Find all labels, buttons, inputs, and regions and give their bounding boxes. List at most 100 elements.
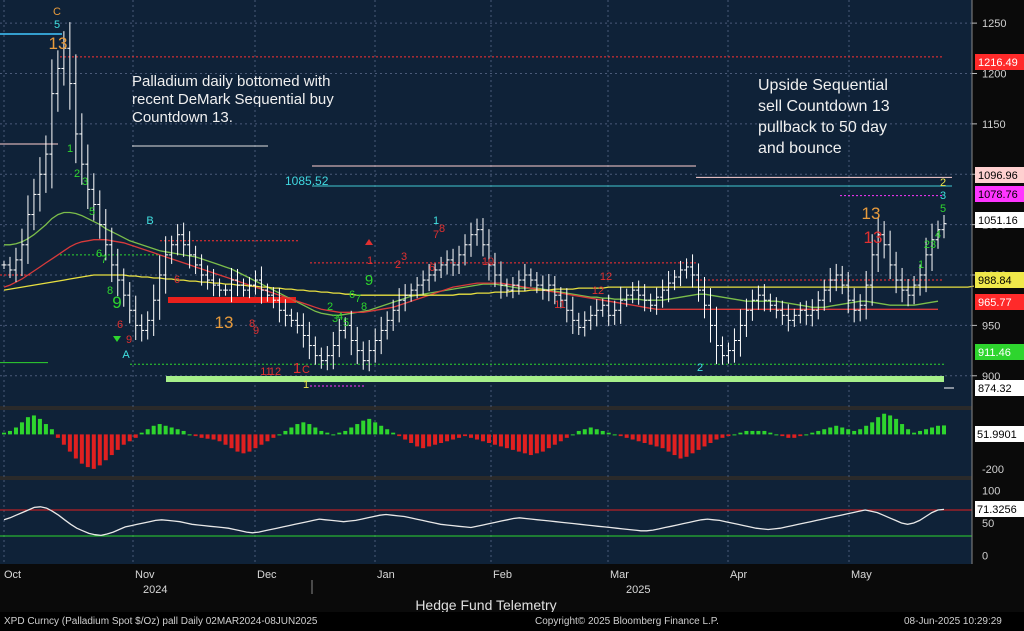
oscillator-bar xyxy=(678,434,683,459)
oscillator-bar xyxy=(846,429,851,435)
oscillator-bar xyxy=(618,434,623,437)
demark-label: 12 xyxy=(269,366,281,378)
oscillator-bar xyxy=(433,434,438,445)
demark-label: 1 xyxy=(293,360,301,377)
demark-label: 9 xyxy=(126,334,132,346)
oscillator-bar xyxy=(864,425,869,435)
price-tag-label: 71.3256 xyxy=(977,504,1017,516)
oscillator-bar xyxy=(313,427,318,435)
rsi-tick-label: 0 xyxy=(982,551,988,563)
oscillator-bar xyxy=(2,432,6,435)
demark-label: 8 xyxy=(361,301,367,313)
oscillator-bar xyxy=(25,417,30,435)
price-tag-label: 1078.76 xyxy=(978,189,1018,201)
oscillator-bar xyxy=(337,432,342,435)
oscillator-bar xyxy=(930,427,935,435)
oscillator-bar xyxy=(510,434,515,450)
oscillator-bar xyxy=(439,434,444,443)
price-tag: 51.9901 xyxy=(975,426,1024,442)
price-tag-label: 1096.96 xyxy=(978,170,1018,182)
oscillator-bar xyxy=(259,434,264,445)
oscillator-bar xyxy=(498,434,503,447)
x-tick-label: Mar xyxy=(610,569,629,581)
oscillator-bar xyxy=(253,434,258,449)
oscillator-bar xyxy=(391,432,396,435)
price-tag: 911.46 xyxy=(975,344,1024,360)
oscillator-bar xyxy=(480,434,485,442)
demark-label: 9 xyxy=(365,272,373,289)
oscillator-bar xyxy=(570,434,575,436)
oscillator-bar xyxy=(409,434,414,443)
price-tag-label: 51.9901 xyxy=(977,429,1017,441)
demark-label: 2 xyxy=(327,301,333,313)
oscillator-bar xyxy=(421,434,426,449)
demark-label: B xyxy=(146,215,153,227)
oscillator-bar xyxy=(205,434,210,439)
oscillator-bar xyxy=(217,434,222,442)
price-tag-label: 965.77 xyxy=(978,297,1012,309)
oscillator-bar xyxy=(247,434,252,452)
oscillator-bar xyxy=(810,432,815,435)
oscillator-bar xyxy=(361,420,366,435)
demark-label: 12 xyxy=(600,271,612,283)
oscillator-bar xyxy=(780,434,785,437)
x-tick-label: Jan xyxy=(377,569,395,581)
oscillator-bar xyxy=(193,434,198,437)
oscillator-bar xyxy=(822,429,827,435)
oscillator-panel xyxy=(0,410,972,476)
oscillator-bar xyxy=(624,434,629,438)
oscillator-bar xyxy=(840,427,845,435)
oscillator-bar xyxy=(642,434,647,443)
oscillator-bar xyxy=(379,425,384,435)
oscillator-bar xyxy=(37,418,42,435)
demark-label: 13 xyxy=(49,34,68,53)
annotation-line: Palladium daily bottomed with xyxy=(132,73,330,90)
price-tag-label: 988.84 xyxy=(978,275,1012,287)
demark-label: 5 xyxy=(343,317,349,329)
oscillator-bar xyxy=(666,434,671,452)
oscillator-bar xyxy=(774,434,779,436)
price-tag-label: 911.46 xyxy=(978,347,1011,359)
level-label: 1085.52 xyxy=(285,174,329,188)
x-tick-label: May xyxy=(851,569,872,581)
oscillator-bar xyxy=(744,430,749,435)
oscillator-bar xyxy=(355,424,360,435)
oscillator-bar xyxy=(349,427,354,435)
oscillator-bar xyxy=(636,434,641,442)
oscillator-bar xyxy=(85,434,90,468)
demark-label: 2 xyxy=(74,168,80,180)
oscillator-bar xyxy=(385,429,390,435)
oscillator-bar xyxy=(936,425,941,435)
oscillator-bar xyxy=(690,434,695,454)
demark-label: 10 xyxy=(482,256,494,268)
oscillator-bar xyxy=(109,434,114,456)
annotation-line: sell Countdown 13 xyxy=(758,98,890,115)
oscillator-bar xyxy=(534,434,539,454)
oscillator-bar xyxy=(271,434,276,438)
oscillator-bar xyxy=(373,422,378,435)
y-tick-label: 1200 xyxy=(982,68,1006,80)
oscillator-bar xyxy=(738,432,743,435)
price-tag: 71.3256 xyxy=(975,501,1024,517)
footer-timestamp: 08-Jun-2025 10:29:29 xyxy=(904,616,1002,627)
oscillator-bar xyxy=(157,424,162,435)
oscillator-bar xyxy=(463,434,468,437)
oscillator-bar xyxy=(702,434,707,447)
oscillator-bar xyxy=(696,434,701,450)
price-tag: 988.84 xyxy=(975,272,1024,288)
demark-label: 5 xyxy=(54,19,60,31)
oscillator-bar xyxy=(762,430,767,435)
oscillator-bar xyxy=(49,429,54,435)
oscillator-bar xyxy=(684,434,689,457)
oscillator-bar xyxy=(163,425,168,435)
oscillator-bar xyxy=(211,434,216,440)
demark-label: 9 xyxy=(112,293,121,312)
price-tag-label: 874.32 xyxy=(978,383,1012,395)
price-tag: 965.77 xyxy=(975,294,1024,310)
oscillator-bar xyxy=(858,429,863,435)
oscillator-bar xyxy=(175,429,180,435)
oscillator-bar xyxy=(906,429,911,435)
x-tick-label: Dec xyxy=(257,569,277,581)
oscillator-bar xyxy=(61,434,66,445)
oscillator-bar xyxy=(181,430,186,435)
